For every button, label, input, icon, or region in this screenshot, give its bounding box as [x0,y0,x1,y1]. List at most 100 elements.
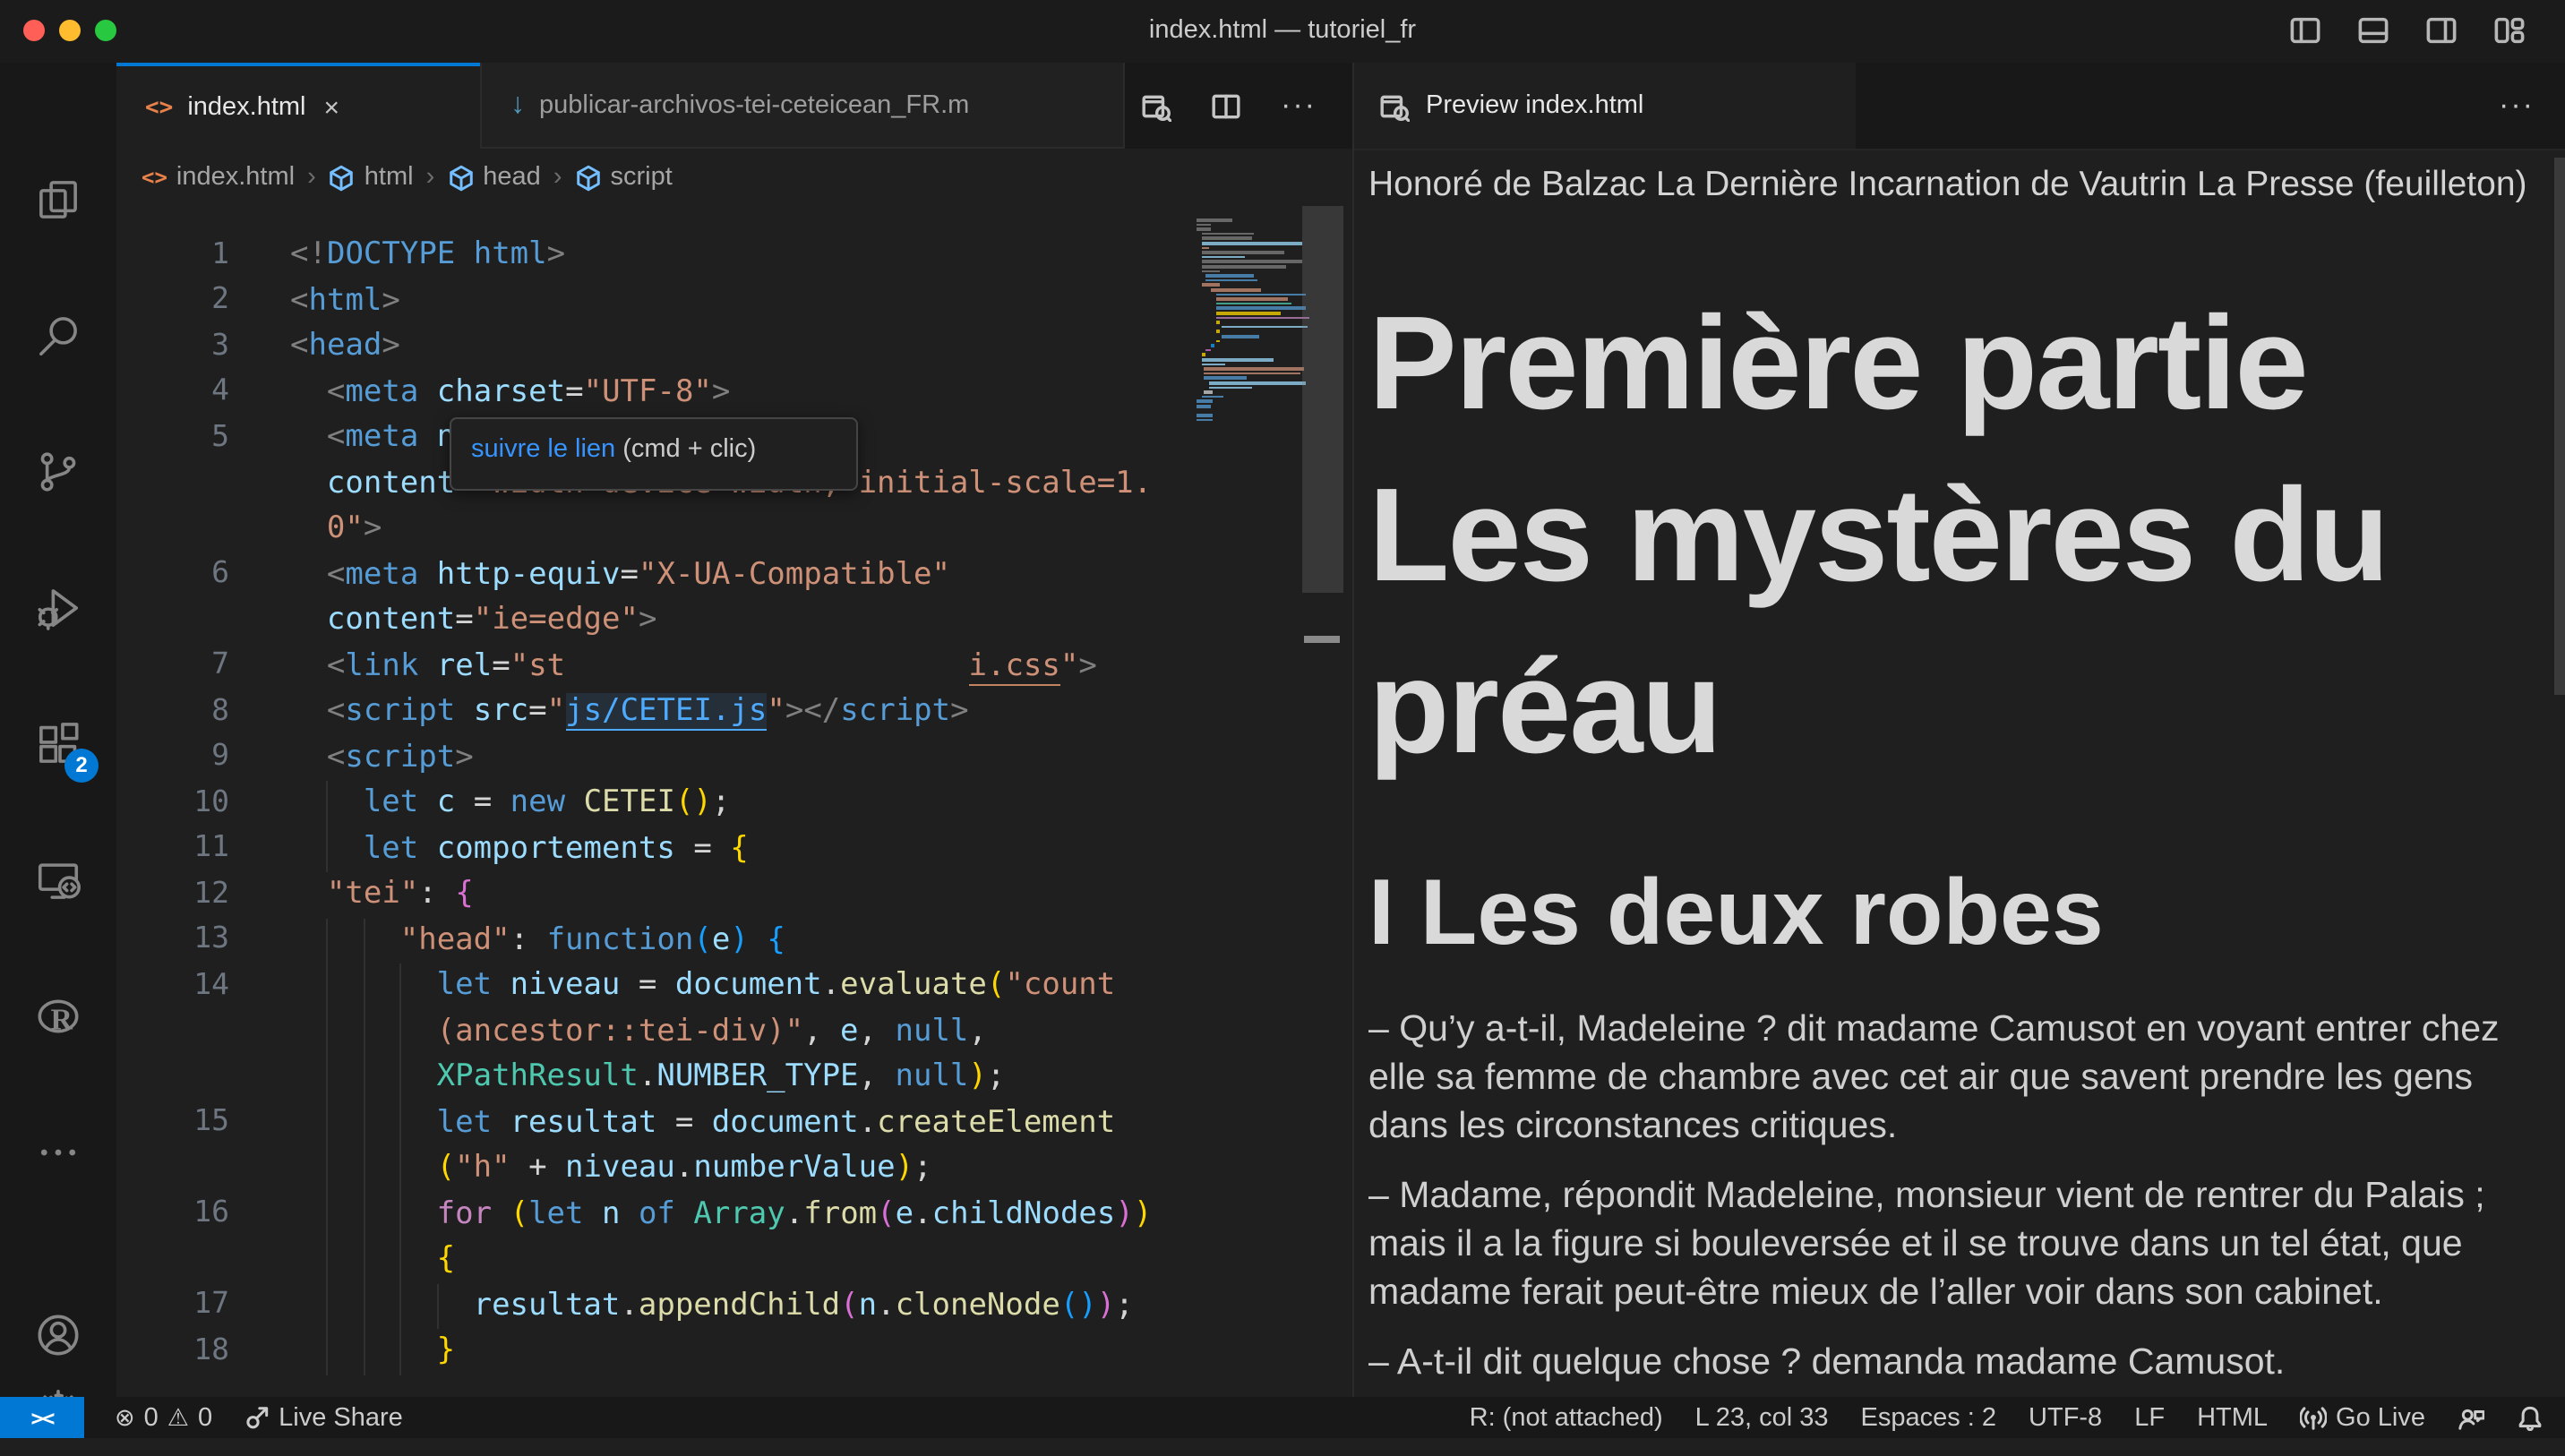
problems-status[interactable]: ⊗0⚠0 [115,1403,212,1432]
code-token: > [364,510,382,546]
breadcrumb-item-head[interactable]: head [447,163,541,192]
code-row[interactable]: <meta charset="UTF-8"> [327,370,731,415]
code-row[interactable]: resultat.appendChild(n.cloneNode()); [474,1283,1134,1329]
activity-item-r-language[interactable]: R [0,969,116,1062]
encoding-status[interactable]: UTF-8 [2029,1403,2102,1432]
notifications-icon[interactable] [2517,1404,2544,1431]
tab-label: Preview index.html [1426,91,1643,120]
feedback-icon[interactable] [2458,1404,2484,1431]
code-row[interactable]: "head": function(e) { [400,918,785,964]
code-row[interactable]: let c = new CETEI(); [364,781,731,826]
minimap-line [1216,307,1306,310]
go-live-button[interactable]: Go Live [2300,1403,2425,1432]
code-token: > [455,739,474,775]
code-token: " [1060,647,1079,683]
breadcrumb-item-index.html[interactable]: <>index.html [142,163,295,192]
code-row[interactable]: <link rel="st i.css"> [327,644,1097,689]
indent-guide [400,1283,402,1329]
code-token: > [382,328,400,364]
code-row[interactable]: XPathResult.NUMBER_TYPE, null); [437,1055,1006,1101]
preview-doc-header: Honoré de Balzac La Dernière Incarnation… [1368,163,2535,206]
toggle-primary-sidebar-icon[interactable] [2289,14,2321,47]
eol-status[interactable]: LF [2134,1403,2165,1432]
activity-item-more[interactable] [0,1105,116,1198]
code-row[interactable]: <script> [327,735,474,781]
code-editor[interactable]: 1<!DOCTYPE html>2<html>3<head>4<meta cha… [116,206,1352,1397]
activity-item-explorer[interactable] [0,152,116,245]
code-token: rel [418,647,492,683]
preview-scrollbar[interactable] [2554,158,2565,695]
code-row[interactable]: } [437,1329,456,1375]
code-token: "st [510,647,565,683]
code-link[interactable]: js/CETEI.js [565,693,767,731]
code-token: { [455,876,474,912]
code-row[interactable]: let resultat = document.createElement [437,1101,1116,1146]
activity-item-remote-explorer[interactable] [0,833,116,926]
code-token: () [1060,1287,1097,1323]
indent-guide [364,1329,365,1375]
code-token: : [510,921,547,957]
activity-item-search[interactable] [0,288,116,381]
minimap-line [1216,330,1220,333]
breadcrumb-separator: › [426,163,435,192]
code-token: head [309,328,382,364]
code-token: ; [1115,1287,1134,1323]
preview-more-actions-button[interactable]: ··· [2499,63,2535,149]
indentation-status[interactable]: Espaces : 2 [1861,1403,1997,1432]
line-number: 11 [116,829,229,863]
code-row[interactable]: (ancestor::tei-div)", e, null, [437,1009,987,1055]
customize-layout-icon[interactable] [2493,14,2526,47]
line-number: 9 [116,738,229,772]
code-token: function [547,921,694,957]
code-link[interactable]: i.css [969,647,1060,685]
code-row[interactable]: { [437,1238,456,1283]
indent-guide [400,1009,402,1055]
tab-publicar-archivos-tei-ceteicean-fr-m[interactable]: ↓publicar-archivos-tei-ceteicean_FR.m [480,63,1125,149]
tab-index-html[interactable]: <>index.html× [116,63,480,149]
more-actions-button[interactable]: ··· [1281,88,1317,124]
editor-scrollbar-slider[interactable] [1302,206,1343,593]
code-row[interactable]: <script src="js/CETEI.js"></script> [327,689,969,735]
code-token: " [547,693,566,729]
toggle-secondary-sidebar-icon[interactable] [2425,14,2458,47]
code-row[interactable]: ("h" + niveau.numberValue); [437,1146,932,1192]
code-token: ( [987,967,1006,1003]
line-number: 8 [116,692,229,726]
r-session-status[interactable]: R: (not attached) [1470,1403,1663,1432]
code-row[interactable]: "tei": { [327,872,474,918]
remote-indicator[interactable]: >< [0,1397,84,1438]
preview-icon [1379,90,1410,121]
close-icon[interactable]: × [324,92,340,123]
open-preview-to-side-button[interactable] [1141,90,1171,121]
code-row[interactable]: let niveau = document.evaluate("count [437,964,1116,1009]
code-token: evaluate [840,967,987,1003]
code-row[interactable]: <html> [290,278,400,324]
breadcrumb-item-script[interactable]: script [575,163,673,192]
code-row[interactable]: 0"> [327,507,382,552]
cursor-position[interactable]: L 23, col 33 [1695,1403,1829,1432]
code-row[interactable]: content="ie=edge"> [327,598,657,644]
code-row[interactable]: for (let n of Array.from(e.childNodes)) [437,1192,1153,1238]
activity-item-run-debug[interactable] [0,561,116,654]
code-token: numberValue [693,1150,895,1186]
toggle-panel-icon[interactable] [2357,14,2389,47]
live-share-status[interactable]: Live Share [243,1403,403,1432]
minimap-line [1197,218,1233,221]
language-mode[interactable]: HTML [2197,1403,2268,1432]
breadcrumb-item-html[interactable]: html [329,163,414,192]
tab-preview-index-html[interactable]: Preview index.html [1354,63,1856,149]
markdown-file-icon: ↓ [510,89,525,121]
follow-link-action[interactable]: suivre le lien [471,435,615,464]
activity-item-extensions[interactable]: 2 [0,697,116,790]
code-row[interactable]: <!DOCTYPE html> [290,233,565,278]
minimap[interactable] [1197,218,1300,451]
code-token: " [767,693,785,729]
indent-guide [364,1101,365,1146]
code-token: c [418,784,473,820]
code-row[interactable]: <head> [290,324,400,370]
code-row[interactable]: let comportements = { [364,826,749,872]
code-row[interactable]: <meta http-equiv="X-UA-Compatible" [327,552,950,598]
split-editor-button[interactable] [1211,90,1241,121]
code-token: childNodes [932,1195,1116,1231]
activity-item-source-control[interactable] [0,424,116,518]
